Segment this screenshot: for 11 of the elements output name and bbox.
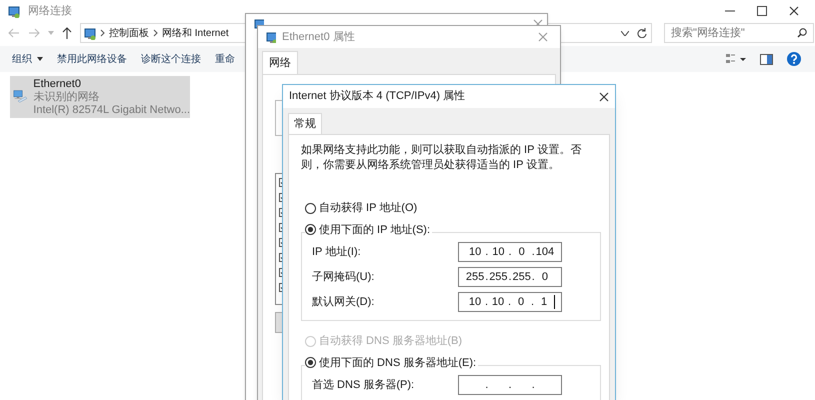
dialog-title: Ethernet0 属性 [282,30,355,45]
adapter-device: Intel(R) 82574L Gigabit Netwo... [33,104,190,117]
field-label: 子网掩码(U): [312,270,374,285]
window-title: 网络连接 [28,4,72,19]
field-label: 默认网关(D): [312,294,374,310]
field-label: 首选 DNS 服务器(P): [312,378,414,393]
field-label: IP 地址(I): [312,244,361,260]
adapter-name: Ethernet0 [33,78,82,91]
adapter-status: 未识别的网络 [33,91,100,104]
dialog-title: Internet 协议版本 4 (TCP/IPv4) 属性 [289,89,466,104]
description-text: 如果网络支持此功能，则可以获取自动指派的 IP 设置。否则，你需要从网络系统管理员处获得适当的 IP 设置。 [301,143,582,173]
